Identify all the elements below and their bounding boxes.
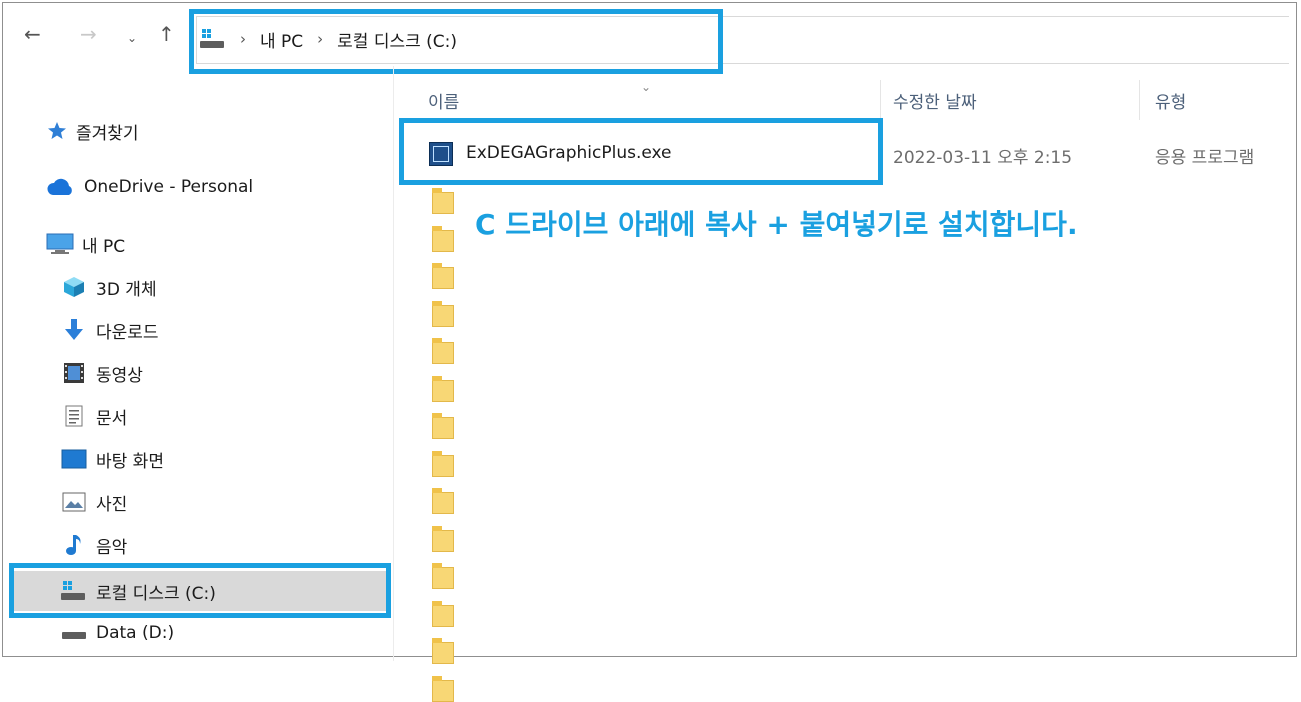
sidebar-item-music[interactable]: 음악 <box>60 530 127 560</box>
sidebar-item-favorites[interactable]: 즐겨찾기 <box>46 116 139 146</box>
sidebar-item-label: 바탕 화면 <box>96 451 164 472</box>
sidebar-item-documents[interactable]: 문서 <box>60 401 127 431</box>
column-separator[interactable] <box>880 80 881 120</box>
cube-icon <box>60 276 88 298</box>
recent-locations-button[interactable]: ⌄ <box>127 28 137 48</box>
folder-icon[interactable] <box>432 488 454 514</box>
address-highlight-box <box>189 9 723 74</box>
local-disk-highlight-box <box>9 563 391 618</box>
picture-icon <box>60 491 88 513</box>
folder-icon[interactable] <box>432 675 454 702</box>
sidebar-item-label: 다운로드 <box>96 322 159 343</box>
video-icon <box>60 362 88 384</box>
sidebar-item-label: Data (D:) <box>96 623 175 643</box>
sidebar-item-label: 사진 <box>96 494 128 515</box>
sidebar-item-data-d[interactable]: Data (D:) <box>60 618 174 648</box>
folder-icon[interactable] <box>432 563 454 589</box>
document-icon <box>60 405 88 427</box>
file-date: 2022-03-11 오후 2:15 <box>893 148 1073 168</box>
sidebar-item-label: 즐겨찾기 <box>76 123 139 144</box>
folder-icon[interactable] <box>432 338 454 364</box>
star-icon <box>46 120 68 142</box>
folder-icon[interactable] <box>432 225 454 252</box>
music-icon <box>60 534 88 556</box>
sidebar-item-label: 음악 <box>96 537 128 558</box>
forward-button[interactable]: → <box>80 24 97 44</box>
sidebar-item-label: 문서 <box>96 408 128 429</box>
folder-icon[interactable] <box>432 600 454 627</box>
sidebar-item-onedrive[interactable]: OneDrive - Personal <box>46 172 253 202</box>
column-header-type[interactable]: 유형 <box>1155 88 1186 113</box>
sidebar-item-my-pc[interactable]: 내 PC <box>46 229 125 259</box>
sidebar-item-label: 내 PC <box>82 236 126 257</box>
sort-chevron-icon: ⌄ <box>641 80 652 94</box>
column-header-date[interactable]: 수정한 날짜 <box>893 88 977 113</box>
folder-icon[interactable] <box>432 525 454 552</box>
folder-icon[interactable] <box>432 300 454 327</box>
sidebar-item-desktop[interactable]: 바탕 화면 <box>60 444 164 474</box>
folder-icon[interactable] <box>432 375 454 402</box>
pane-divider[interactable] <box>393 66 394 661</box>
sidebar-item-pictures[interactable]: 사진 <box>60 487 127 517</box>
column-separator[interactable] <box>1139 80 1140 120</box>
folder-icon[interactable] <box>432 450 454 477</box>
sidebar-item-label: OneDrive - Personal <box>84 177 254 197</box>
annotation-text: C 드라이브 아래에 복사 + 붙여넣기로 설치합니다. <box>475 208 1078 241</box>
sidebar-item-label: 3D 개체 <box>96 279 157 300</box>
sidebar-item-videos[interactable]: 동영상 <box>60 358 143 388</box>
sidebar-item-label: 동영상 <box>96 365 143 386</box>
folder-icon[interactable] <box>432 188 454 214</box>
folder-icon[interactable] <box>432 413 454 439</box>
computer-icon <box>46 233 74 255</box>
up-button[interactable]: ↑ <box>158 24 175 44</box>
download-icon <box>60 319 88 341</box>
file-highlight-box <box>399 118 883 185</box>
sidebar-item-downloads[interactable]: 다운로드 <box>60 315 159 345</box>
desktop-icon <box>60 448 88 470</box>
file-type: 응용 프로그램 <box>1155 148 1255 168</box>
drive-icon <box>60 622 88 644</box>
cloud-icon <box>46 176 76 198</box>
sidebar-item-3d-objects[interactable]: 3D 개체 <box>60 272 157 302</box>
back-button[interactable]: ← <box>24 24 41 44</box>
folder-icon[interactable] <box>432 263 454 289</box>
column-header-name[interactable]: 이름 <box>428 88 459 113</box>
